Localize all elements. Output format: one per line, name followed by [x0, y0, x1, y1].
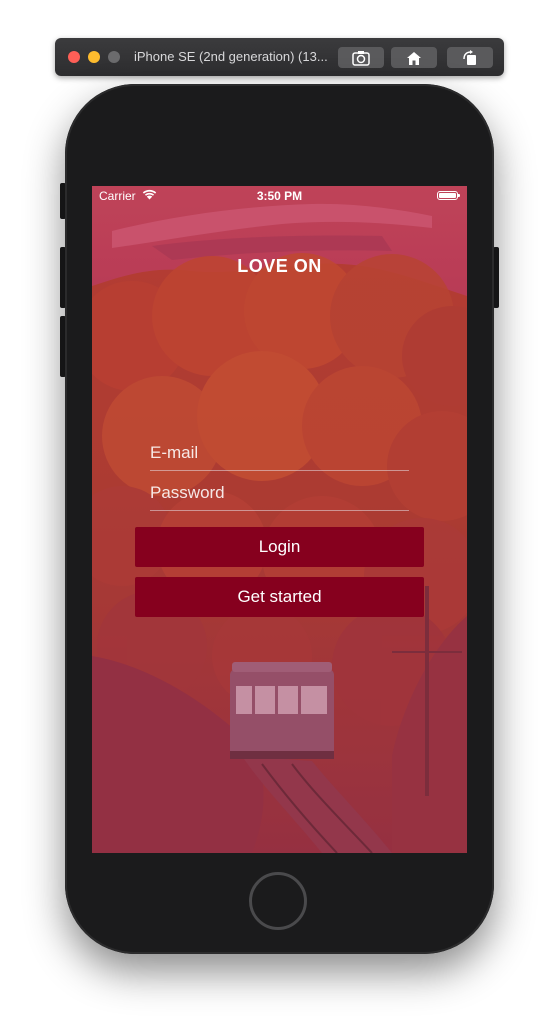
password-input[interactable]	[150, 476, 409, 510]
rotate-icon	[463, 49, 476, 65]
phone-home-button[interactable]	[249, 872, 307, 930]
home-button[interactable]	[391, 47, 437, 68]
simulator-title: iPhone SE (2nd generation) (13...	[134, 49, 328, 64]
app-screen: Carrier 3:50 PM LOVE ON Login Get starte…	[92, 186, 467, 853]
minimize-window-button[interactable]	[88, 51, 100, 63]
email-field[interactable]	[150, 436, 409, 471]
battery-icon	[437, 191, 460, 200]
password-field[interactable]	[150, 476, 409, 511]
app-title: LOVE ON	[237, 256, 322, 276]
status-time: 3:50 PM	[256, 189, 303, 203]
color-overlay	[92, 186, 467, 853]
simulator-stage: iPhone SE (2nd generation) (13... Carrie…	[0, 0, 559, 1028]
rotate-button[interactable]	[447, 47, 493, 68]
close-window-button[interactable]	[68, 51, 80, 63]
home-icon	[407, 51, 421, 65]
screenshot-button[interactable]	[338, 47, 384, 68]
simulator-title-bar: iPhone SE (2nd generation) (13...	[55, 38, 504, 76]
email-input[interactable]	[150, 436, 409, 470]
screenshot-icon	[352, 50, 370, 66]
zoom-window-button[interactable]	[108, 51, 120, 63]
login-button[interactable]: Login	[135, 527, 424, 567]
get-started-button[interactable]: Get started	[135, 577, 424, 617]
status-bar: Carrier 3:50 PM	[92, 186, 467, 206]
